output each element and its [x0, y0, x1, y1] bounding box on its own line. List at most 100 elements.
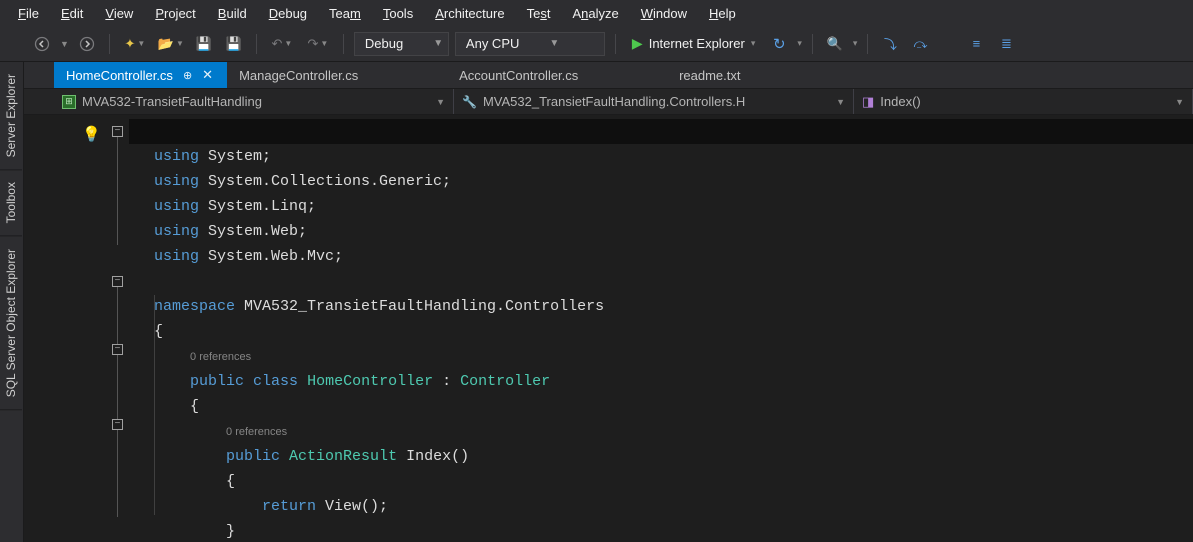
open-button[interactable]: 📂▼: [156, 32, 186, 56]
menu-edit[interactable]: Edit: [51, 3, 93, 24]
nav-project-label: MVA532-TransietFaultHandling: [82, 94, 262, 109]
arrow-right-icon: [79, 36, 95, 52]
sparkle-icon: ✦: [125, 36, 136, 52]
document-tabs: HomeController.cs ⊕ ✕ ManageController.c…: [24, 62, 1193, 88]
nav-class-label: MVA532_TransietFaultHandling.Controllers…: [483, 94, 745, 109]
editor-gutter: [24, 115, 129, 542]
menu-debug[interactable]: Debug: [259, 3, 317, 24]
start-debugging-button[interactable]: ▶ Internet Explorer ▾: [626, 35, 761, 52]
uncomment-icon: ≣: [1001, 36, 1012, 52]
chevron-down-icon[interactable]: ▾: [797, 38, 802, 49]
solution-platform-combo[interactable]: Any CPU ▼: [455, 32, 605, 56]
save-button[interactable]: 💾: [192, 32, 216, 56]
separator: [615, 34, 616, 54]
step-into-button[interactable]: ⤵: [878, 32, 902, 56]
solution-config-combo[interactable]: Debug ▼: [354, 32, 449, 56]
menu-window[interactable]: Window: [631, 3, 697, 24]
menu-label: ile: [26, 6, 39, 21]
separator: [867, 34, 868, 54]
nav-member-combo[interactable]: ◨ Index() ▼: [854, 89, 1193, 114]
csharp-project-icon: ⊞: [62, 95, 76, 109]
lightbulb-icon[interactable]: 💡: [82, 123, 101, 148]
undo-button[interactable]: ↶▼: [267, 32, 297, 56]
tab-label: AccountController.cs: [459, 68, 578, 83]
tab-label: ManageController.cs: [239, 68, 358, 83]
nav-back-button[interactable]: [30, 32, 54, 56]
document-tab-readme[interactable]: readme.txt: [667, 62, 754, 88]
separator: [812, 34, 813, 54]
chevron-down-icon: ▼: [433, 38, 443, 49]
step-into-icon: ⤵: [884, 34, 897, 53]
sidebar-tab-server-explorer[interactable]: Server Explorer: [0, 62, 22, 170]
redo-icon: ↷: [308, 36, 319, 52]
nav-forward-button[interactable]: [75, 32, 99, 56]
new-item-button[interactable]: ✦▼: [120, 32, 150, 56]
document-tab-manage-controller[interactable]: ManageController.cs: [227, 62, 447, 88]
run-target-label: Internet Explorer: [649, 36, 745, 51]
nav-member-label: Index(): [880, 94, 920, 109]
menu-architecture[interactable]: Architecture: [425, 3, 514, 24]
nav-project-combo[interactable]: ⊞ MVA532-TransietFaultHandling ▼: [54, 89, 454, 114]
code-editor[interactable]: 💡 − − − − using System; using System.Col…: [24, 115, 1193, 542]
find-in-files-button[interactable]: 🔍: [823, 32, 847, 56]
sidebar-tab-toolbox[interactable]: Toolbox: [0, 170, 22, 236]
uncomment-button[interactable]: ≣: [994, 32, 1018, 56]
browser-refresh-button[interactable]: ↻: [767, 32, 791, 56]
tab-label: readme.txt: [679, 68, 740, 83]
combo-value: Any CPU: [466, 36, 519, 51]
chevron-down-icon: ▼: [320, 39, 328, 48]
menu-tools[interactable]: Tools: [373, 3, 423, 24]
codelens-references[interactable]: 0 references: [190, 351, 251, 363]
document-tab-account-controller[interactable]: AccountController.cs: [447, 62, 667, 88]
method-icon: ◨: [862, 94, 874, 110]
outline-line: [117, 287, 118, 517]
chevron-down-icon: ▼: [284, 39, 292, 48]
chevron-down-icon[interactable]: ▾: [853, 38, 858, 49]
arrow-left-icon: [34, 36, 50, 52]
sidebar-tab-sql-server-object-explorer[interactable]: SQL Server Object Explorer: [0, 237, 22, 410]
folder-search-icon: 🔍: [827, 36, 843, 52]
chevron-down-icon[interactable]: ▼: [60, 39, 69, 49]
step-over-button[interactable]: ⤼: [908, 32, 932, 56]
chevron-down-icon: ▼: [176, 39, 184, 48]
chevron-down-icon: ▼: [436, 97, 445, 107]
close-icon[interactable]: ✕: [202, 67, 213, 83]
menu-file[interactable]: File: [8, 3, 49, 24]
nav-class-combo[interactable]: 🔧 MVA532_TransietFaultHandling.Controlle…: [454, 89, 854, 114]
refresh-icon: ↻: [773, 35, 786, 53]
chevron-down-icon: ▼: [836, 97, 845, 107]
separator: [109, 34, 110, 54]
document-tab-home-controller[interactable]: HomeController.cs ⊕ ✕: [54, 62, 227, 88]
comment-icon: ≡: [973, 36, 981, 51]
menu-analyze[interactable]: Analyze: [562, 3, 628, 24]
step-over-icon: ⤼: [913, 36, 927, 52]
save-all-button[interactable]: 💾: [222, 32, 246, 56]
comment-button[interactable]: ≡: [964, 32, 988, 56]
pin-icon[interactable]: ⊕: [183, 69, 192, 82]
outline-collapse-icon[interactable]: −: [112, 344, 123, 355]
redo-button[interactable]: ↷▼: [303, 32, 333, 56]
code-content: using System; using System.Collections.G…: [154, 119, 1193, 542]
tab-label: HomeController.cs: [66, 68, 173, 83]
chevron-down-icon: ▼: [1175, 97, 1184, 107]
class-icon: 🔧: [462, 95, 477, 109]
menu-project[interactable]: Project: [145, 3, 205, 24]
sidebar-left: Server Explorer Toolbox SQL Server Objec…: [0, 62, 24, 542]
editor-area: HomeController.cs ⊕ ✕ ManageController.c…: [24, 62, 1193, 542]
combo-value: Debug: [365, 36, 403, 51]
open-folder-icon: 📂: [158, 36, 174, 52]
toolbar: ▼ ✦▼ 📂▼ 💾 💾 ↶▼ ↷▼ Debug ▼ Any CPU ▼ ▶ In…: [0, 26, 1193, 62]
menu-build[interactable]: Build: [208, 3, 257, 24]
outline-collapse-icon[interactable]: −: [112, 276, 123, 287]
menu-help[interactable]: Help: [699, 3, 746, 24]
separator: [256, 34, 257, 54]
outline-line: [117, 137, 118, 245]
navigation-bar: ⊞ MVA532-TransietFaultHandling ▼ 🔧 MVA53…: [24, 88, 1193, 115]
outline-collapse-icon[interactable]: −: [112, 419, 123, 430]
menu-test[interactable]: Test: [517, 3, 561, 24]
codelens-references[interactable]: 0 references: [226, 426, 287, 438]
menu-view[interactable]: View: [95, 3, 143, 24]
menu-team[interactable]: Team: [319, 3, 371, 24]
outline-collapse-icon[interactable]: −: [112, 126, 123, 137]
menu-bar: File Edit View Project Build Debug Team …: [0, 0, 1193, 26]
